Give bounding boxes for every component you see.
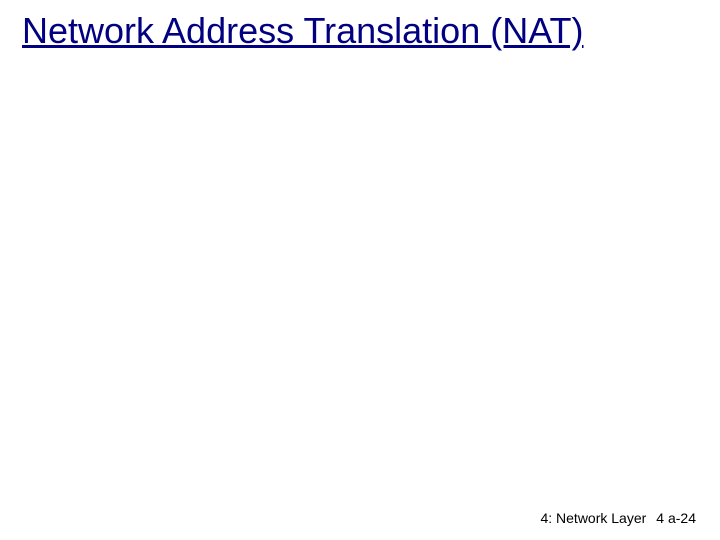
- footer-page-number: 4 a-24: [656, 510, 696, 526]
- footer-section-label: 4: Network Layer: [540, 510, 646, 526]
- slide-footer: 4: Network Layer 4 a-24: [540, 510, 696, 526]
- slide-title: Network Address Translation (NAT): [22, 8, 584, 53]
